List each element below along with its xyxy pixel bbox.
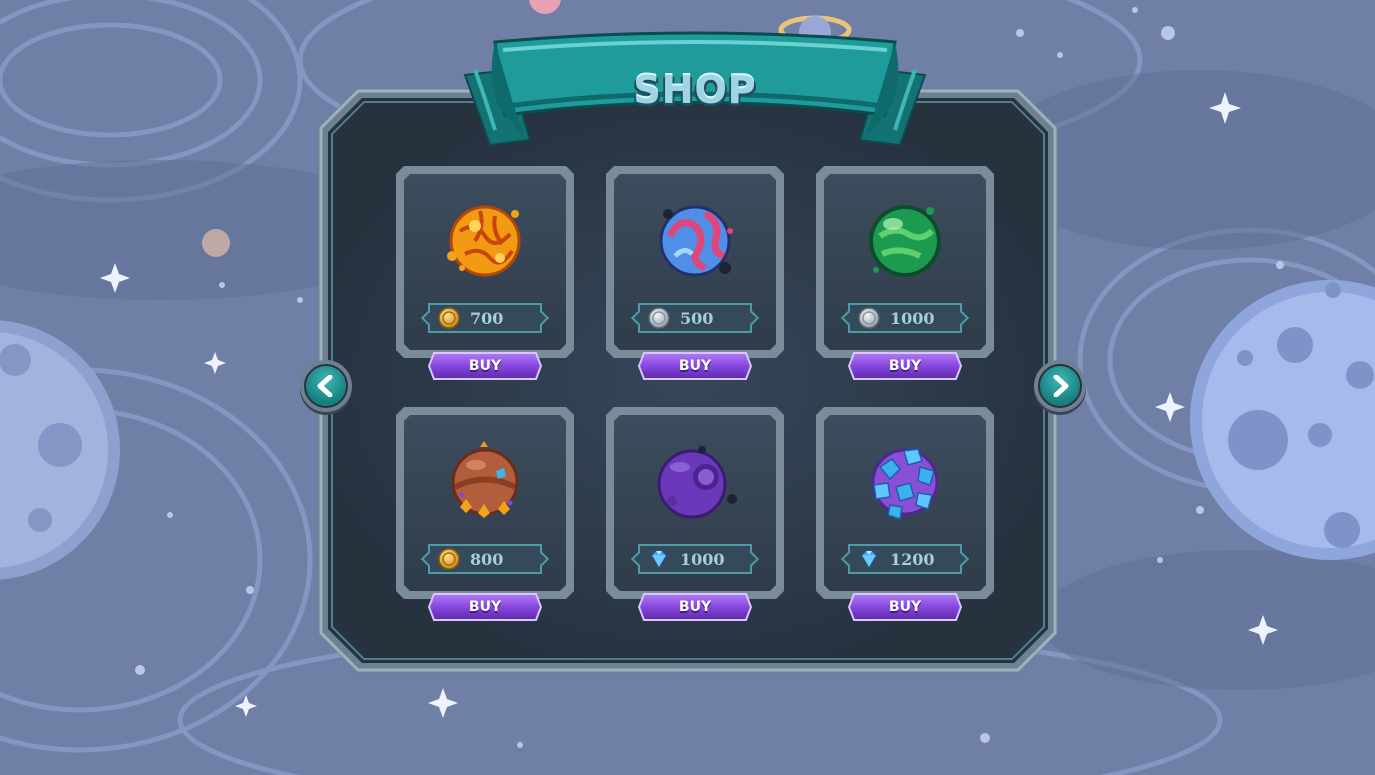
diamond-icon	[861, 550, 877, 569]
blue-rock-planet-icon	[871, 448, 939, 520]
molten-orange-planet-icon	[447, 205, 521, 277]
buy-button-label: BUY	[678, 599, 712, 615]
buy-button-label: BUY	[678, 358, 712, 374]
chevron-left-icon	[317, 375, 333, 397]
gold-coin-icon	[438, 548, 460, 570]
price-value: 800	[470, 549, 504, 569]
green-glass-planet-icon	[869, 205, 941, 277]
gold-coin-icon	[438, 307, 460, 329]
shop-item-card: 500 BUY	[606, 166, 784, 380]
title-ribbon: SHOP	[455, 30, 935, 150]
prev-page-button[interactable]	[300, 360, 352, 412]
buy-button-label: BUY	[888, 599, 922, 615]
shop-item-card: 1200 BUY	[816, 407, 994, 621]
diamond-icon	[651, 550, 667, 569]
shop-item-card: 1000 BUY	[816, 166, 994, 380]
next-page-button[interactable]	[1034, 360, 1086, 412]
buy-button[interactable]: BUY	[428, 352, 542, 380]
buy-button-label: BUY	[888, 358, 922, 374]
buy-button-label: BUY	[468, 358, 502, 374]
price-tag: 1200	[848, 544, 962, 574]
buy-button[interactable]: BUY	[638, 593, 752, 621]
price-tag: 700	[428, 303, 542, 333]
buy-button[interactable]: BUY	[428, 593, 542, 621]
shop-item-card: 1000 BUY	[606, 407, 784, 621]
price-value: 700	[470, 308, 504, 328]
buy-button[interactable]: BUY	[638, 352, 752, 380]
buy-button[interactable]: BUY	[848, 593, 962, 621]
chevron-right-icon	[1053, 375, 1069, 397]
shop-item-card: 700 BUY	[396, 166, 574, 380]
brown-crystal-planet-icon	[451, 441, 519, 518]
buy-button-label: BUY	[468, 599, 502, 615]
price-tag: 1000	[848, 303, 962, 333]
price-value: 1200	[890, 549, 935, 569]
price-value: 500	[680, 308, 714, 328]
purple-cratered-planet-icon	[657, 446, 737, 519]
price-tag: 1000	[638, 544, 752, 574]
price-tag: 500	[638, 303, 752, 333]
buy-button[interactable]: BUY	[848, 352, 962, 380]
shop-item-card: 800 BUY	[396, 407, 574, 621]
price-value: 1000	[680, 549, 725, 569]
shop-title: SHOP	[633, 68, 757, 112]
price-tag: 800	[428, 544, 542, 574]
price-value: 1000	[890, 308, 935, 328]
blue-red-swirl-planet-icon	[659, 205, 733, 277]
silver-coin-icon	[648, 307, 670, 329]
silver-coin-icon	[858, 307, 880, 329]
